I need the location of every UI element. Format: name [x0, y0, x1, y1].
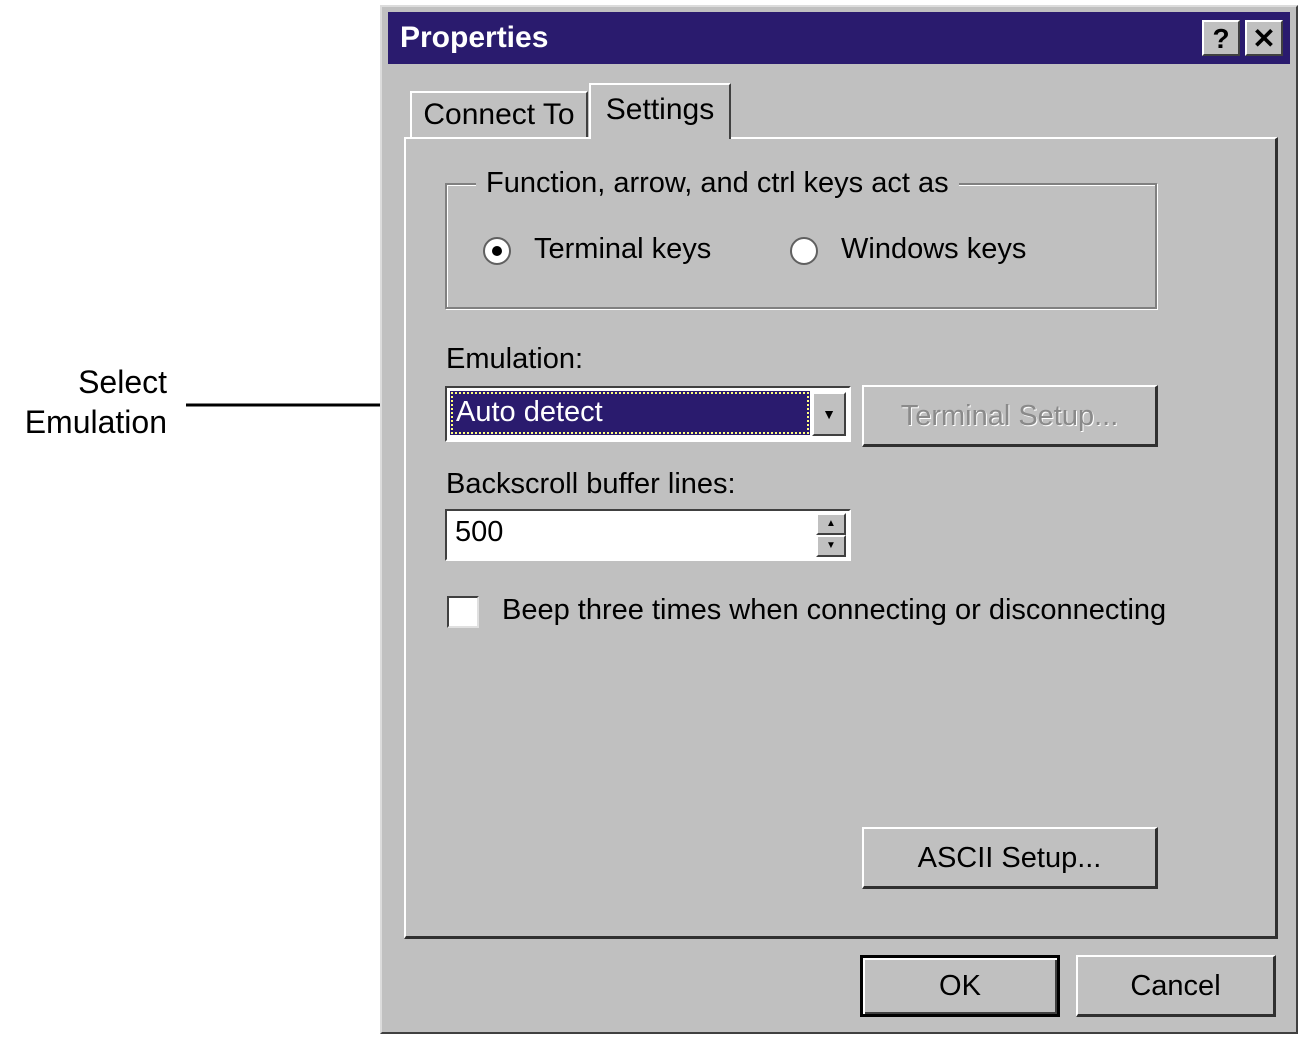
emulation-select[interactable]: Auto detect ▼	[445, 386, 851, 442]
callout-line-2: Emulation	[24, 404, 167, 440]
windows-keys-radio[interactable]	[790, 237, 818, 265]
terminal-keys-label[interactable]: Terminal keys	[534, 233, 711, 266]
settings-panel: Function, arrow, and ctrl keys act as Te…	[404, 137, 1278, 939]
emulation-label: Emulation:	[446, 343, 584, 375]
chevron-down-icon[interactable]: ▼	[812, 392, 846, 436]
ok-button[interactable]: OK	[860, 955, 1060, 1017]
keys-group-legend: Function, arrow, and ctrl keys act as	[476, 167, 959, 200]
close-button[interactable]: ✕	[1245, 20, 1283, 56]
properties-dialog: Properties ? ✕ Connect To Settings Funct…	[380, 5, 1298, 1034]
spin-up-icon[interactable]: ▲	[816, 513, 846, 535]
tab-settings[interactable]: Settings	[589, 83, 731, 139]
emulation-select-value[interactable]: Auto detect	[450, 391, 810, 435]
backscroll-input[interactable]: 500	[455, 516, 503, 549]
annotation-callout: Select Emulation	[0, 362, 167, 442]
title-bar[interactable]: Properties ? ✕	[388, 12, 1290, 64]
beep-checkbox-label[interactable]: Beep three times when connecting or disc…	[502, 594, 1166, 627]
window-title: Properties	[400, 21, 549, 54]
spin-down-icon[interactable]: ▼	[816, 535, 846, 557]
help-button[interactable]: ?	[1202, 20, 1240, 56]
terminal-setup-button[interactable]: Terminal Setup...	[862, 385, 1158, 447]
cancel-button[interactable]: Cancel	[1076, 955, 1276, 1017]
backscroll-stepper[interactable]: 500 ▲ ▼	[445, 509, 851, 561]
backscroll-label: Backscroll buffer lines:	[446, 468, 736, 500]
ascii-setup-button[interactable]: ASCII Setup...	[862, 827, 1158, 889]
callout-line-1: Select	[78, 364, 167, 400]
radio-selected-dot	[492, 246, 502, 256]
beep-checkbox[interactable]	[447, 596, 479, 628]
tab-connect-to[interactable]: Connect To	[410, 91, 588, 137]
windows-keys-label[interactable]: Windows keys	[841, 233, 1026, 266]
terminal-keys-radio[interactable]	[483, 237, 511, 265]
